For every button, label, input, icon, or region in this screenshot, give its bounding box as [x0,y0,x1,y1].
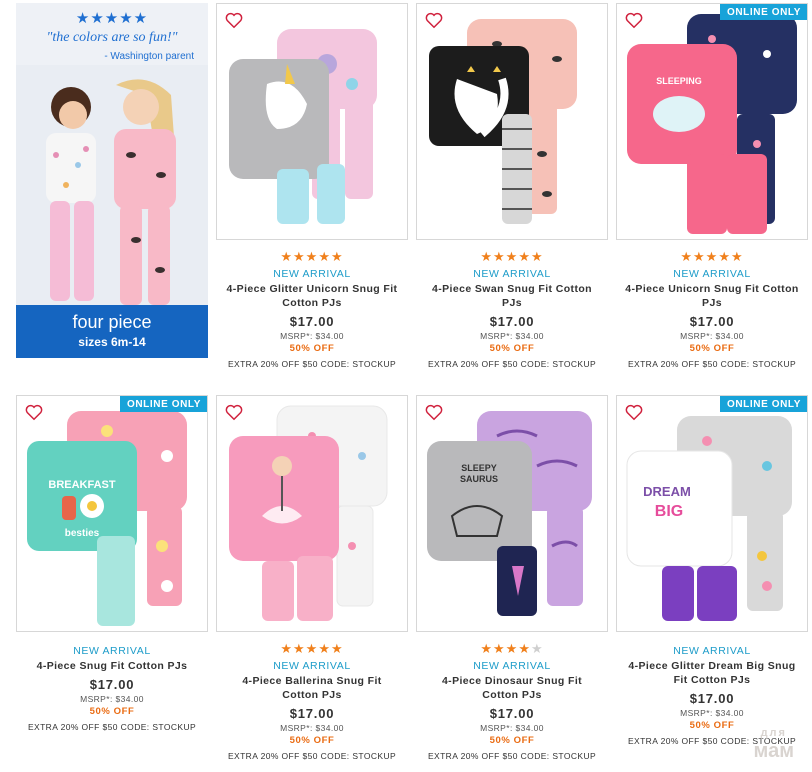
product-info-unicorn: ★★★★★ NEW ARRIVAL 4-Piece Unicorn Snug F… [617,249,807,369]
product-photo: SLEEPING [627,14,797,234]
promo-quote: "the colors are so fun!" [46,30,178,45]
favorite-heart-icon[interactable] [625,12,643,29]
msrp-price: MSRP*: $34.00 [480,723,544,733]
sale-price: $17.00 [689,691,735,706]
msrp-price: MSRP*: $34.00 [680,331,744,341]
promo-banner[interactable]: four piece sizes 6m-14 [16,305,208,358]
rating-stars: ★★★★★ [280,249,344,264]
sale-price: $17.00 [489,706,535,721]
msrp-price: MSRP*: $34.00 [680,708,744,718]
msrp-price: MSRP*: $34.00 [280,331,344,341]
product-info-ballerina: ★★★★★ NEW ARRIVAL 4-Piece Ballerina Snug… [217,641,407,761]
msrp-price: MSRP*: $34.00 [80,694,144,704]
product-name-link[interactable]: 4-Piece Ballerina Snug Fit Cotton PJs [223,674,401,702]
svg-text:SLEEPING: SLEEPING [656,76,702,86]
msrp-price: MSRP*: $34.00 [280,723,344,733]
product-name-link[interactable]: 4-Piece Unicorn Snug Fit Cotton PJs [623,282,801,310]
product-name-link[interactable]: 4-Piece Glitter Unicorn Snug Fit Cotton … [223,282,401,310]
online-only-badge: ONLINE ONLY [119,396,207,412]
new-arrival-tag: NEW ARRIVAL [673,645,751,657]
product-info-dinosaur: ★★★★★ NEW ARRIVAL 4-Piece Dinosaur Snug … [417,641,607,761]
new-arrival-tag: NEW ARRIVAL [473,660,551,672]
favorite-heart-icon[interactable] [225,404,243,421]
promo-code-text: EXTRA 20% OFF $50 CODE: STOCKUP [227,359,397,369]
promo-rating-stars: ★★★★★ [75,10,149,27]
product-photo [229,29,377,224]
favorite-heart-icon[interactable] [25,404,43,421]
svg-text:besties: besties [65,528,100,539]
product-name-link[interactable]: 4-Piece Dinosaur Snug Fit Cotton PJs [423,674,601,702]
favorite-heart-icon[interactable] [425,404,443,421]
promo-code-text: EXTRA 20% OFF $50 CODE: STOCKUP [27,722,197,732]
discount-label: 50% OFF [489,343,535,354]
online-only-badge: ONLINE ONLY [719,4,807,20]
product-photo: SLEEPY SAURUS [427,411,592,616]
rating-stars: ★★★★★ [480,641,544,656]
new-arrival-tag: NEW ARRIVAL [673,268,751,280]
favorite-heart-icon[interactable] [425,12,443,29]
new-arrival-tag: NEW ARRIVAL [73,645,151,657]
sale-price: $17.00 [289,706,335,721]
svg-text:SAURUS: SAURUS [460,474,498,484]
promo-attribution: - Washington parent [104,51,194,62]
promo-title: four piece [72,312,152,332]
rating-stars: ★★★★★ [480,249,544,264]
discount-label: 50% OFF [689,343,735,354]
product-photo: DREAM BIG [626,416,792,621]
discount-label: 50% OFF [489,735,535,746]
product-name-link[interactable]: 4-Piece Glitter Dream Big Snug Fit Cotto… [623,659,801,687]
product-image-ballerina[interactable] [216,395,408,632]
product-info-glitter-unicorn: ★★★★★ NEW ARRIVAL 4-Piece Glitter Unicor… [217,249,407,369]
product-image-swan[interactable] [416,3,608,240]
product-info-swan: ★★★★★ NEW ARRIVAL 4-Piece Swan Snug Fit … [417,249,607,369]
promo-code-text: EXTRA 20% OFF $50 CODE: STOCKUP [427,751,597,761]
svg-text:SLEEPY: SLEEPY [461,463,497,473]
svg-text:DREAM: DREAM [643,484,691,499]
promo-code-text: EXTRA 20% OFF $50 CODE: STOCKUP [227,751,397,761]
promo-tile[interactable]: ★★★★★ "the colors are so fun!" - Washing… [16,3,208,358]
online-only-badge: ONLINE ONLY [719,396,807,412]
product-photo [229,405,388,621]
product-name-link[interactable]: 4-Piece Swan Snug Fit Cotton PJs [423,282,601,310]
svg-text:BIG: BIG [655,503,683,520]
new-arrival-tag: NEW ARRIVAL [273,268,351,280]
new-arrival-tag: NEW ARRIVAL [273,660,351,672]
sale-price: $17.00 [289,314,335,329]
product-image-dream-big[interactable]: DREAM BIG ONLINE ONLY [616,395,808,632]
rating-stars: ★★★★★ [680,249,744,264]
discount-label: 50% OFF [289,735,335,746]
product-image-unicorn[interactable]: SLEEPING ONLINE ONLY [616,3,808,240]
promo-kids-photo [16,65,208,305]
sale-price: $17.00 [89,677,135,692]
sale-price: $17.00 [489,314,535,329]
site-watermark: для мам [753,727,794,762]
product-photo [429,19,577,224]
product-image-dinosaur[interactable]: SLEEPY SAURUS [416,395,608,632]
promo-code-text: EXTRA 20% OFF $50 CODE: STOCKUP [427,359,597,369]
svg-text:BREAKFAST: BREAKFAST [48,479,116,491]
product-photo: BREAKFAST besties [27,411,187,626]
product-name-link[interactable]: 4-Piece Snug Fit Cotton PJs [23,659,201,673]
new-arrival-tag: NEW ARRIVAL [473,268,551,280]
discount-label: 50% OFF [289,343,335,354]
discount-label: 50% OFF [89,706,135,717]
favorite-heart-icon[interactable] [225,12,243,29]
rating-stars: ★★★★★ [280,641,344,656]
promo-subtitle: sizes 6m-14 [78,335,146,349]
product-image-glitter-unicorn[interactable] [216,3,408,240]
product-info-breakfast: NEW ARRIVAL 4-Piece Snug Fit Cotton PJs … [17,642,207,732]
promo-code-text: EXTRA 20% OFF $50 CODE: STOCKUP [627,359,797,369]
msrp-price: MSRP*: $34.00 [480,331,544,341]
sale-price: $17.00 [689,314,735,329]
product-image-breakfast[interactable]: BREAKFAST besties ONLINE ONLY [16,395,208,632]
favorite-heart-icon[interactable] [625,404,643,421]
